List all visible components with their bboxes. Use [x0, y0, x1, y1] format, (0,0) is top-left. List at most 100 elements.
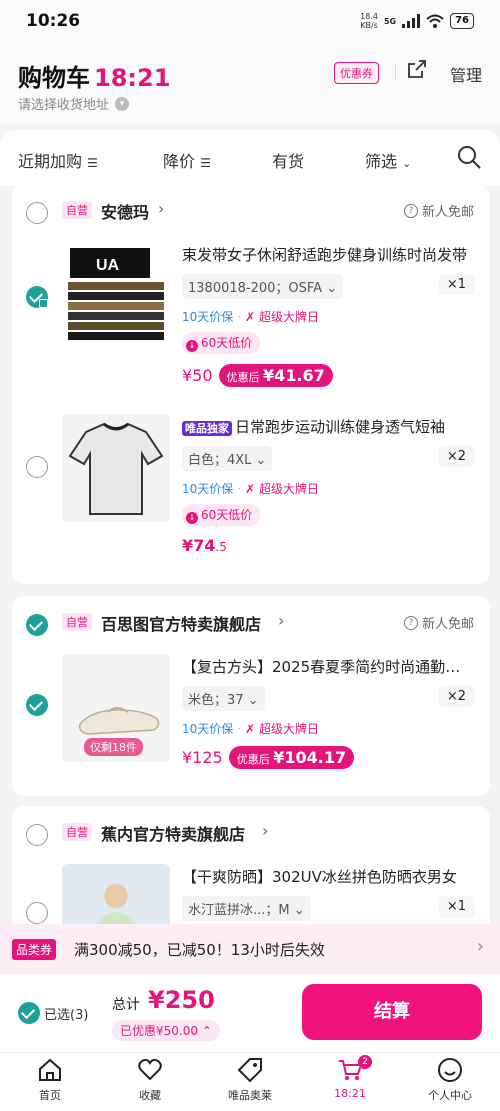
item-checkbox[interactable]: [26, 902, 48, 924]
tshirt-image: [68, 422, 164, 515]
person-image: [98, 884, 134, 924]
total-label: 总计: [112, 997, 140, 1013]
stock-note: 仅剩18件: [84, 738, 143, 756]
quantity-stepper[interactable]: ×2: [438, 446, 474, 467]
cart-item[interactable]: UA 束发带女子休闲舒适跑步健身训练时尚发带 1380018-200；OSFA …: [12, 240, 490, 410]
quantity-stepper[interactable]: ×1: [438, 896, 474, 917]
heart-icon: [138, 1058, 162, 1081]
spec-selector[interactable]: 水汀蓝拼冰...；M ⌄: [182, 896, 311, 921]
coupon-promo-bar[interactable]: 品类券 满300减50，已减50！13小时后失效 ›: [0, 924, 500, 974]
checkout-button[interactable]: 结算: [302, 984, 482, 1040]
select-all-checkbox[interactable]: [18, 1002, 40, 1024]
coupon-button[interactable]: 优惠券: [334, 62, 379, 84]
spec-selector[interactable]: 1380018-200；OSFA ⌄: [182, 274, 344, 299]
svg-text:UA: UA: [96, 257, 120, 274]
cart-list[interactable]: 近期加购 ☰ 降价 ☰ 有货 筛选 ⌄ 自营 安德玛 › ? 新人免邮 UA 束发…: [0, 130, 500, 924]
quantity-stepper[interactable]: ×1: [438, 274, 474, 295]
shop-checkbox[interactable]: [26, 202, 48, 224]
chevron-right-icon[interactable]: ›: [262, 821, 268, 840]
shop-checkbox[interactable]: [26, 614, 48, 636]
checkout-bar: 已选(3) 总计 ¥250 已优惠¥50.00 ⌃ 结算: [0, 974, 500, 1052]
product-image[interactable]: [62, 414, 170, 522]
shop-header: 自营 蕉内官方特卖旗舰店 ›: [12, 806, 490, 858]
spec-selector[interactable]: 米色；37 ⌄: [182, 686, 265, 711]
status-bar: 10:26 18.4 KB/s 5G 76: [0, 0, 500, 44]
self-operated-tag: 自营: [62, 201, 92, 219]
net-speed: 18.4 KB/s: [360, 12, 378, 30]
selected-count: 已选(3): [44, 1008, 89, 1023]
item-checkbox[interactable]: [26, 286, 48, 308]
shop-header: 自营 安德玛 › ? 新人免邮: [12, 184, 490, 236]
self-operated-tag: 自营: [62, 613, 92, 631]
cart-item[interactable]: 唯品独家 日常跑步运动训练健身透气短袖 白色；4XL ⌄ ×2 10天价保 · ✗ 超…: [12, 412, 490, 582]
status-time: 10:26: [26, 11, 81, 31]
address-selector[interactable]: 请选择收货地址 ▾: [18, 94, 130, 113]
filter-recent[interactable]: 近期加购 ☰: [18, 148, 98, 172]
product-image[interactable]: [62, 864, 170, 924]
after-discount-badge: 优惠后 ¥41.67: [218, 364, 333, 387]
low-price-badge: ↓ 60天低价: [182, 504, 261, 526]
cart-badge: 2: [358, 1055, 372, 1069]
bottom-tab-bar: 首页 收藏 唯品奥莱 2 18:21 个人中心: [0, 1052, 500, 1111]
shop-name[interactable]: 安德玛: [101, 199, 149, 223]
shop-card-underarmour: 自营 安德玛 › ? 新人免邮 UA 束发带女子休闲舒适跑步健身训练时尚发带 13…: [12, 184, 490, 584]
filter-in-stock[interactable]: 有货: [272, 148, 304, 172]
tab-favorites[interactable]: 收藏: [100, 1057, 200, 1103]
product-title[interactable]: 【干爽防晒】302UV冰丝拼色防晒衣男女: [182, 866, 474, 887]
product-title[interactable]: 束发带女子休闲舒适跑步健身训练时尚发带: [182, 244, 474, 265]
manage-button[interactable]: 管理: [450, 62, 482, 86]
price: ¥74.5: [182, 536, 227, 555]
shop-checkbox[interactable]: [26, 824, 48, 846]
chevron-right-icon[interactable]: ›: [477, 936, 484, 957]
wifi-icon: [426, 14, 444, 28]
tab-outlet[interactable]: 唯品奥莱: [200, 1057, 300, 1103]
total-amount: ¥250: [148, 986, 215, 1014]
product-title[interactable]: 唯品独家 日常跑步运动训练健身透气短袖: [182, 416, 474, 437]
smile-icon: [438, 1058, 462, 1082]
tab-home[interactable]: 首页: [0, 1057, 100, 1103]
network-label: 5G: [383, 16, 397, 26]
question-icon: ?: [403, 203, 418, 218]
quantity-stepper[interactable]: ×2: [438, 686, 474, 707]
filter-more[interactable]: 筛选 ⌄: [365, 148, 411, 172]
promo-text: 满300减50，已减50！13小时后失效: [74, 941, 325, 959]
spec-selector[interactable]: 白色；4XL ⌄: [182, 446, 273, 471]
headband-image: UA: [68, 248, 164, 340]
low-price-badge: ↓ 60天低价: [182, 332, 261, 354]
price: ¥125 优惠后 ¥104.17: [182, 746, 355, 769]
product-image[interactable]: UA: [62, 242, 170, 350]
home-icon: [39, 1058, 61, 1081]
divider: [395, 64, 396, 80]
item-checkbox[interactable]: [26, 456, 48, 478]
filter-price-drop[interactable]: 降价 ☰: [163, 148, 211, 172]
shop-header: 自营 百思图官方特卖旗舰店 › ? 新人免邮: [12, 596, 490, 648]
search-icon[interactable]: [456, 144, 482, 170]
chevron-down-icon: ▾: [115, 96, 130, 111]
promo-line: 10天价保 · ✗ 超级大牌日: [182, 310, 319, 324]
shop-name[interactable]: 百思图官方特卖旗舰店: [101, 611, 261, 635]
free-shipping[interactable]: ? 新人免邮: [403, 613, 474, 632]
cart-item[interactable]: 【干爽防晒】302UV冰丝拼色防晒衣男女 水汀蓝拼冰...；M ⌄ ×1: [12, 862, 490, 924]
promo-line: 10天价保 · ✗ 超级大牌日: [182, 722, 319, 736]
self-operated-tag: 自营: [62, 823, 92, 841]
chevron-right-icon[interactable]: ›: [278, 611, 284, 630]
product-image[interactable]: 仅剩18件: [62, 654, 170, 762]
promo-line: 10天价保 · ✗ 超级大牌日: [182, 482, 319, 496]
cart-header: 购物车 18:21 请选择收货地址 ▾ 优惠券 管理: [0, 44, 500, 124]
countdown: 18:21: [94, 64, 171, 92]
tab-profile[interactable]: 个人中心: [400, 1057, 500, 1103]
tab-cart[interactable]: 2 18:21: [300, 1055, 400, 1100]
free-shipping[interactable]: ? 新人免邮: [403, 201, 474, 220]
product-title[interactable]: 【复古方头】2025春夏季简约时尚通勤玛丽珍鞋: [182, 656, 474, 677]
question-icon: ?: [403, 615, 418, 630]
discount-detail[interactable]: 已优惠¥50.00 ⌃: [112, 1020, 220, 1041]
cart-item[interactable]: 仅剩18件 【复古方头】2025春夏季简约时尚通勤玛丽珍鞋 米色；37 ⌄ ×2…: [12, 652, 490, 792]
status-icons: 18.4 KB/s 5G 76: [360, 12, 474, 30]
chevron-right-icon[interactable]: ›: [158, 199, 164, 218]
shop-name[interactable]: 蕉内官方特卖旗舰店: [101, 821, 245, 845]
item-checkbox[interactable]: [26, 694, 48, 716]
exclusive-badge: 唯品独家: [182, 421, 232, 436]
share-icon[interactable]: [406, 58, 428, 80]
shop-card-belle: 自营 百思图官方特卖旗舰店 › ? 新人免邮 仅剩18件 【复古方头】2025春夏…: [12, 596, 490, 796]
page-title: 购物车 18:21: [18, 64, 171, 92]
